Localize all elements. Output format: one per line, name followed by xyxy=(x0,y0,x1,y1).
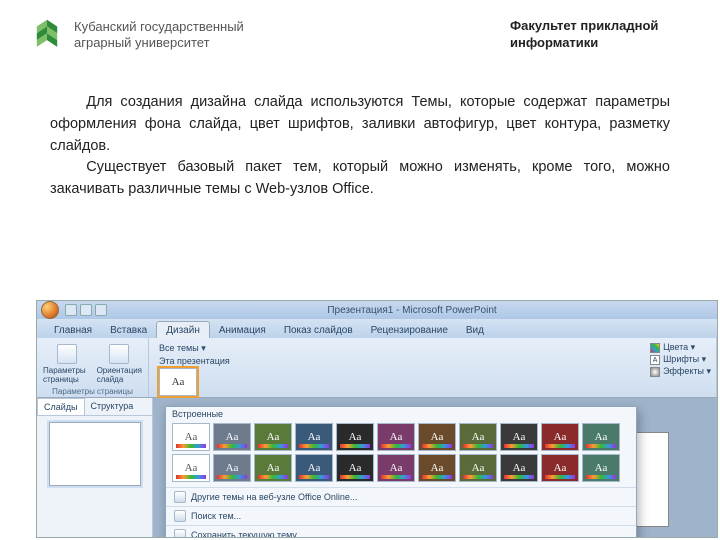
panel-tabs: Слайды Структура xyxy=(37,398,152,416)
all-themes-label[interactable]: Все темы ▾ xyxy=(159,343,206,353)
theme-thumb[interactable]: Aa xyxy=(582,454,620,482)
effects-dropdown[interactable]: Эффекты ▾ xyxy=(650,366,711,377)
globe-icon xyxy=(174,491,186,503)
tab-review[interactable]: Рецензирование xyxy=(362,322,457,338)
theme-row-current: Aa xyxy=(155,366,201,398)
theme-thumb[interactable]: Aa xyxy=(541,423,579,451)
theme-thumb[interactable]: Aa xyxy=(418,423,456,451)
popup-builtin-label: Встроенные xyxy=(166,407,636,421)
this-presentation-label: Эта презентация xyxy=(155,354,710,366)
page-setup-icon xyxy=(57,344,77,364)
theme-thumb[interactable]: Aa xyxy=(500,423,538,451)
theme-thumb[interactable]: Aa xyxy=(172,454,210,482)
tab-animation[interactable]: Анимация xyxy=(210,322,275,338)
theme-thumb[interactable]: Aa xyxy=(377,423,415,451)
orientation-label: Ориентация слайда xyxy=(97,366,142,384)
theme-thumb[interactable]: Aa xyxy=(172,423,210,451)
theme-options: Цвета ▾ AШрифты ▾ Эффекты ▾ xyxy=(650,342,711,378)
office-button-icon[interactable] xyxy=(41,301,59,319)
group-page-setup: Параметры страницы Ориентация слайда Пар… xyxy=(37,338,149,397)
fonts-icon: A xyxy=(650,355,660,365)
theme-thumb[interactable]: Aa xyxy=(377,454,415,482)
theme-thumb[interactable]: Aa xyxy=(254,454,292,482)
theme-thumb[interactable]: Aa xyxy=(582,423,620,451)
theme-thumb[interactable]: Aa xyxy=(418,454,456,482)
qat-save-icon[interactable] xyxy=(65,304,77,316)
qat-redo-icon[interactable] xyxy=(95,304,107,316)
paragraph-2: Существует базовый пакет тем, который мо… xyxy=(50,157,670,201)
more-themes-online[interactable]: Другие темы на веб-узле Office Online... xyxy=(166,487,636,506)
university-logo-icon xyxy=(30,18,64,52)
save-current-theme[interactable]: Сохранить текущую тему... xyxy=(166,525,636,538)
faculty-name: Факультет прикладной информатики xyxy=(510,18,690,52)
theme-thumb-current[interactable]: Aa xyxy=(159,368,197,396)
colors-icon xyxy=(650,343,660,353)
theme-thumb[interactable]: Aa xyxy=(336,423,374,451)
qat-undo-icon[interactable] xyxy=(80,304,92,316)
slide-orientation-button[interactable]: Ориентация слайда xyxy=(97,344,142,384)
paragraph-1: Для создания дизайна слайда используются… xyxy=(50,92,670,157)
theme-thumb[interactable]: Aa xyxy=(541,454,579,482)
page-setup-button[interactable]: Параметры страницы xyxy=(43,344,91,384)
save-icon xyxy=(174,529,186,538)
group-themes: Все темы ▾ Эта презентация Aa xyxy=(149,338,717,397)
theme-thumb[interactable]: Aa xyxy=(459,423,497,451)
tab-design[interactable]: Дизайн xyxy=(156,321,210,338)
theme-thumb[interactable]: Aa xyxy=(336,454,374,482)
panel-tab-outline[interactable]: Структура xyxy=(85,398,140,415)
title-bar: Презентация1 - Microsoft PowerPoint xyxy=(37,301,717,319)
orientation-icon xyxy=(109,344,129,364)
browse-themes[interactable]: Поиск тем... xyxy=(166,506,636,525)
ribbon: Параметры страницы Ориентация слайда Пар… xyxy=(37,338,717,398)
logo-block: Кубанский государственныйаграрный универ… xyxy=(30,18,244,52)
tab-insert[interactable]: Вставка xyxy=(101,322,156,338)
ribbon-tabs: Главная Вставка Дизайн Анимация Показ сл… xyxy=(37,319,717,338)
page-setup-label: Параметры страницы xyxy=(43,366,91,384)
theme-thumb[interactable]: Aa xyxy=(459,454,497,482)
tab-view[interactable]: Вид xyxy=(457,322,493,338)
university-name: Кубанский государственныйаграрный универ… xyxy=(74,19,244,52)
powerpoint-screenshot: Презентация1 - Microsoft PowerPoint Глав… xyxy=(36,300,718,538)
body-text: Для создания дизайна слайда используются… xyxy=(0,52,720,216)
theme-thumb[interactable]: Aa xyxy=(254,423,292,451)
gallery-header: Все темы ▾ xyxy=(155,341,710,354)
theme-thumb[interactable]: Aa xyxy=(213,423,251,451)
tab-home[interactable]: Главная xyxy=(45,322,101,338)
workspace: Слайды Структура Заголовок слайда Встрое… xyxy=(37,398,717,537)
quick-access-toolbar[interactable] xyxy=(65,304,107,316)
theme-thumb[interactable]: Aa xyxy=(213,454,251,482)
fonts-dropdown[interactable]: AШрифты ▾ xyxy=(650,354,711,365)
panel-tab-slides[interactable]: Слайды xyxy=(37,398,85,415)
window-title: Презентация1 - Microsoft PowerPoint xyxy=(107,305,717,316)
slide-thumbnail[interactable] xyxy=(49,422,141,486)
slides-panel: Слайды Структура xyxy=(37,398,153,537)
theme-thumb[interactable]: Aa xyxy=(295,423,333,451)
theme-thumb[interactable]: Aa xyxy=(500,454,538,482)
effects-icon xyxy=(650,367,660,377)
folder-icon xyxy=(174,510,186,522)
colors-dropdown[interactable]: Цвета ▾ xyxy=(650,342,711,353)
group-label: Параметры страницы xyxy=(37,387,148,396)
themes-gallery-popup: Встроенные AaAaAaAaAaAaAaAaAaAaAaAaAaAaA… xyxy=(165,406,637,538)
themes-grid: AaAaAaAaAaAaAaAaAaAaAaAaAaAaAaAaAaAaAaAa… xyxy=(166,421,636,487)
theme-thumb[interactable]: Aa xyxy=(295,454,333,482)
tab-slideshow[interactable]: Показ слайдов xyxy=(275,322,362,338)
